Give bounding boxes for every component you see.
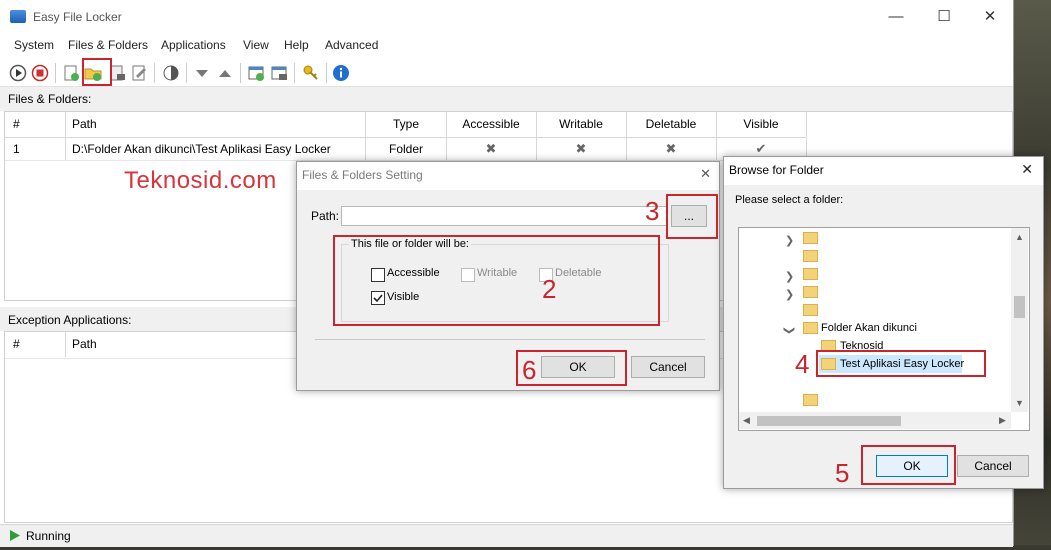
row-deletable-x-icon: ✖ <box>626 138 717 160</box>
folder-icon <box>803 286 818 298</box>
move-up-icon[interactable] <box>216 64 234 82</box>
vertical-scroll-thumb[interactable] <box>1014 296 1025 318</box>
toolbar-separator <box>154 63 155 83</box>
column-accessible[interactable]: Accessible <box>446 112 537 137</box>
folder-icon <box>803 232 818 244</box>
files-section-label: Files & Folders: <box>8 92 92 106</box>
status-bar <box>0 524 1013 547</box>
menu-files-folders[interactable]: Files & Folders <box>68 38 148 52</box>
info-icon[interactable] <box>332 64 350 82</box>
annotation-number-4: 4 <box>795 349 810 379</box>
scroll-left-icon[interactable]: ◀ <box>743 415 750 426</box>
annotation-number-6: 6 <box>522 355 537 385</box>
browse-folder-dialog: Browse for Folder ✕ Please select a fold… <box>723 156 1044 489</box>
close-button[interactable]: ✕ <box>967 4 1013 30</box>
menu-help[interactable]: Help <box>284 38 309 52</box>
folder-icon <box>803 268 818 280</box>
column-writable[interactable]: Writable <box>536 112 627 137</box>
column-visible[interactable]: Visible <box>716 112 807 137</box>
annotation-number-3: 3 <box>645 196 660 226</box>
annotation-box-5 <box>861 445 956 485</box>
add-app-icon[interactable] <box>247 64 265 82</box>
browse-dialog-title: Browse for Folder <box>724 157 1043 185</box>
properties-icon[interactable] <box>130 64 148 82</box>
column-deletable[interactable]: Deletable <box>626 112 717 137</box>
horizontal-scroll-thumb[interactable] <box>757 416 901 426</box>
table-row[interactable]: 1 D:\Folder Akan dikunci\Test Aplikasi E… <box>5 138 807 161</box>
expand-chevron-icon[interactable]: ❯ <box>785 270 794 283</box>
scroll-up-icon[interactable]: ▲ <box>1015 232 1024 242</box>
dialog-divider <box>315 339 705 340</box>
browse-close-button[interactable]: ✕ <box>1021 161 1033 178</box>
folder-icon <box>803 394 818 406</box>
annotation-box-3 <box>666 194 718 239</box>
browse-cancel-button[interactable]: Cancel <box>957 455 1029 477</box>
folder-icon <box>803 304 818 316</box>
maximize-button[interactable]: ☐ <box>921 4 967 30</box>
setting-cancel-button[interactable]: Cancel <box>631 356 705 378</box>
annotation-number-5: 5 <box>835 458 850 488</box>
toolbar-separator <box>240 63 241 83</box>
title-bar <box>0 0 1013 34</box>
path-label: Path: <box>311 209 340 223</box>
menu-advanced[interactable]: Advanced <box>325 38 378 52</box>
browse-prompt: Please select a folder: <box>735 194 844 206</box>
row-type: Folder <box>366 138 447 160</box>
dialog-title: Files & Folders Setting <box>297 162 719 190</box>
row-writable-x-icon: ✖ <box>536 138 627 160</box>
minimize-button[interactable]: — <box>873 4 919 30</box>
column-number[interactable]: # <box>5 112 66 137</box>
key-icon[interactable] <box>302 64 320 82</box>
expand-chevron-icon[interactable]: ❯ <box>785 234 794 247</box>
annotation-box-1 <box>82 58 112 86</box>
tree-item-parent[interactable]: Folder Akan dikunci <box>821 322 917 334</box>
folder-icon <box>803 322 818 334</box>
running-icon <box>9 530 20 544</box>
toolbar-separator <box>55 63 56 83</box>
app-icon <box>10 10 26 23</box>
row-accessible-x-icon: ✖ <box>446 138 537 160</box>
files-table-header: # Path Type Accessible Writable Deletabl… <box>5 112 807 138</box>
toggle-icon[interactable] <box>162 64 180 82</box>
tree-vertical-scrollbar[interactable] <box>1011 228 1028 412</box>
add-file-icon[interactable] <box>62 64 80 82</box>
dialog-close-button[interactable]: ✕ <box>700 166 711 182</box>
run-icon[interactable] <box>9 64 27 82</box>
edit-app-icon[interactable] <box>270 64 288 82</box>
path-input[interactable] <box>341 206 667 226</box>
annotation-box-2 <box>333 235 660 326</box>
files-section-header <box>0 87 1013 111</box>
menu-system[interactable]: System <box>14 38 54 52</box>
annotation-number-2: 2 <box>542 274 557 304</box>
column-path[interactable]: Path <box>66 112 366 137</box>
toolbar-separator <box>186 63 187 83</box>
toolbar <box>0 60 1013 87</box>
watermark: Teknosid.com <box>124 167 277 194</box>
row-number: 1 <box>5 138 66 160</box>
annotation-box-4 <box>816 350 986 377</box>
column-number[interactable]: # <box>5 332 66 357</box>
exceptions-section-label: Exception Applications: <box>8 313 132 327</box>
folder-tree[interactable]: ❯ ❯ ❯ ❯ Folder Akan dikunci Teknosid Tes… <box>738 227 1030 431</box>
toolbar-separator <box>326 63 327 83</box>
stop-icon[interactable] <box>31 64 49 82</box>
scroll-down-icon[interactable]: ▼ <box>1015 398 1024 408</box>
expand-chevron-icon[interactable]: ❯ <box>785 288 794 301</box>
column-type[interactable]: Type <box>366 112 447 137</box>
toolbar-separator <box>294 63 295 83</box>
scroll-right-icon[interactable]: ▶ <box>999 415 1006 426</box>
collapse-chevron-icon[interactable]: ❯ <box>783 326 796 335</box>
menu-view[interactable]: View <box>243 38 269 52</box>
menu-applications[interactable]: Applications <box>161 38 226 52</box>
window-title: Easy File Locker <box>33 10 122 24</box>
move-down-icon[interactable] <box>193 64 211 82</box>
status-text: Running <box>26 529 71 543</box>
folder-icon <box>803 250 818 262</box>
row-path: D:\Folder Akan dikunci\Test Aplikasi Eas… <box>66 138 366 160</box>
